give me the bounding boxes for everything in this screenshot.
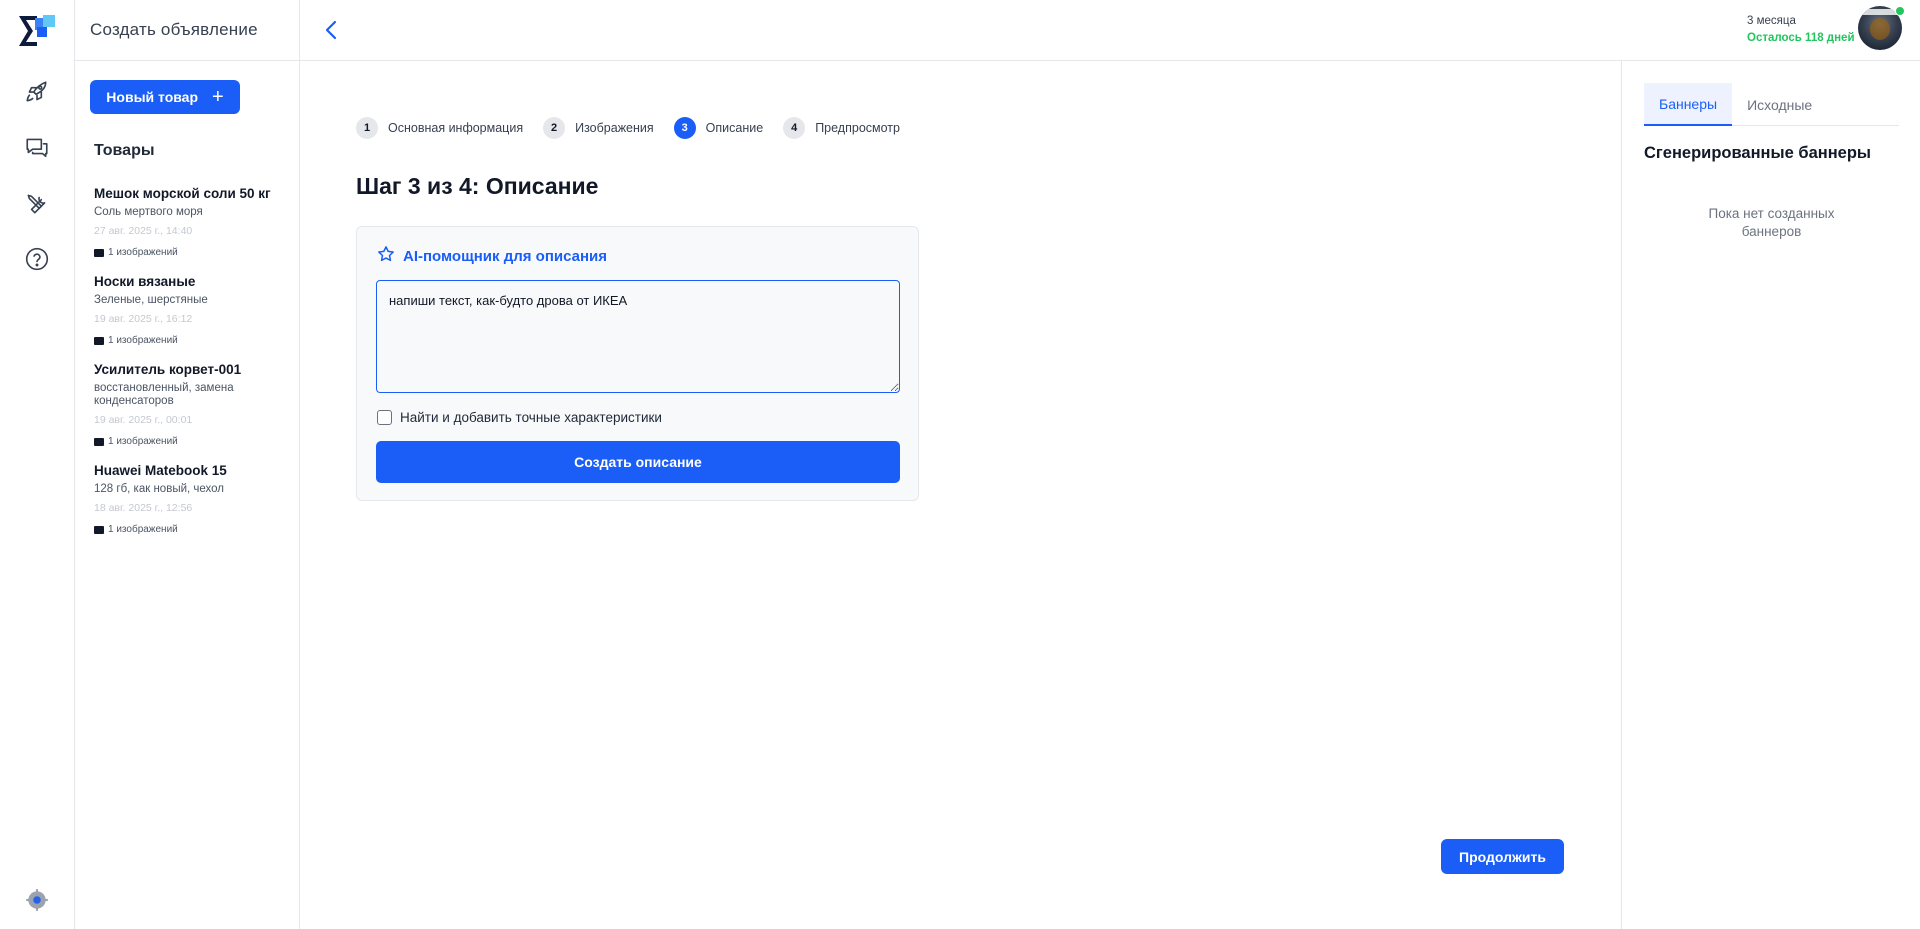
ai-card-title: AI-помощник для описания — [403, 248, 608, 265]
list-item[interactable]: Усилитель корвет-001 восстановленный, за… — [94, 362, 294, 447]
empty-state: Пока нет созданных баннеров — [1644, 205, 1899, 241]
exact-specs-checkbox[interactable]: Найти и добавить точные характеристики — [377, 410, 662, 425]
star-icon — [377, 245, 395, 268]
create-description-button[interactable]: Создать описание — [376, 441, 900, 483]
stepper: 1 Основная информация 2 Изображения 3 Оп… — [356, 117, 920, 139]
panel-title: Сгенерированные баннеры — [1644, 144, 1872, 162]
product-images-count: 1 изображений — [94, 247, 294, 258]
step-title: Шаг 3 из 4: Описание — [356, 173, 599, 199]
tab-sources[interactable]: Исходные — [1732, 83, 1827, 126]
divider — [75, 60, 300, 61]
page-title: Создать объявление — [90, 20, 258, 39]
ai-assistant-card: AI-помощник для описания Найти и добавит… — [356, 226, 919, 501]
chat-icon[interactable] — [22, 132, 52, 162]
products-section-title: Товары — [94, 142, 155, 159]
products-sidebar: Создать объявление Новый товар + Товары … — [75, 0, 300, 929]
product-images-count: 1 изображений — [94, 524, 294, 535]
days-left: Осталось 118 дней — [1747, 32, 1855, 44]
continue-button[interactable]: Продолжить — [1441, 839, 1564, 874]
product-date: 18 авг. 2025 г., 12:56 — [94, 502, 193, 514]
step-number: 4 — [783, 117, 806, 139]
rocket-icon[interactable] — [22, 77, 52, 107]
tab-banners[interactable]: Баннеры — [1644, 83, 1733, 126]
subscription-info: 3 месяца Осталось 118 дней — [1747, 15, 1855, 44]
product-date: 27 авг. 2025 г., 14:40 — [94, 225, 193, 237]
product-description: восстановленный, замена конденсаторов — [94, 382, 234, 407]
step-4[interactable]: 4 Предпросмотр — [783, 117, 900, 139]
product-name: Мешок морской соли 50 кг — [94, 186, 271, 201]
logo-icon[interactable] — [17, 14, 57, 48]
back-icon[interactable] — [320, 18, 344, 42]
product-description: 128 гб, как новый, чехол — [94, 483, 225, 495]
empty-state-line: Пока нет созданных — [1708, 206, 1835, 221]
list-item[interactable]: Мешок морской соли 50 кг Соль мертвого м… — [94, 186, 294, 258]
step-label: Изображения — [575, 121, 654, 135]
step-label: Основная информация — [388, 121, 524, 135]
image-icon — [94, 437, 104, 446]
tools-icon[interactable] — [22, 189, 52, 219]
top-bar: 3 месяца Осталось 118 дней — [300, 0, 1920, 61]
product-description: Зеленые, шерстяные — [94, 294, 208, 306]
plus-icon: + — [212, 86, 224, 108]
description-prompt-input[interactable] — [376, 280, 900, 393]
step-label: Описание — [705, 121, 764, 135]
panel-tabs: Баннеры Исходные — [1644, 83, 1899, 126]
ai-card-header: AI-помощник для описания — [377, 245, 607, 268]
app-root: Создать объявление Новый товар + Товары … — [0, 0, 1920, 929]
settings-icon[interactable] — [22, 885, 52, 915]
help-icon[interactable] — [22, 244, 52, 274]
product-images-count: 1 изображений — [94, 335, 294, 346]
step-label: Предпросмотр — [815, 121, 900, 135]
main-content: 1 Основная информация 2 Изображения 3 Оп… — [300, 61, 1621, 929]
banners-panel: Баннеры Исходные Сгенерированные баннеры… — [1621, 61, 1920, 929]
online-status-dot — [1895, 6, 1905, 16]
product-date: 19 авг. 2025 г., 00:01 — [94, 414, 193, 426]
images-count-label: 1 изображений — [108, 436, 178, 447]
step-3[interactable]: 3 Описание — [673, 117, 764, 139]
empty-state-line: баннеров — [1741, 224, 1802, 239]
image-icon — [94, 248, 104, 257]
image-icon — [94, 336, 104, 345]
product-name: Носки вязаные — [94, 274, 196, 289]
product-list: Мешок морской соли 50 кг Соль мертвого м… — [94, 186, 294, 551]
new-product-button[interactable]: Новый товар + — [90, 80, 240, 114]
product-date: 19 авг. 2025 г., 16:12 — [94, 313, 193, 325]
icon-rail — [0, 0, 75, 929]
image-icon — [94, 525, 104, 534]
step-2[interactable]: 2 Изображения — [543, 117, 654, 139]
checkbox-box[interactable] — [377, 410, 392, 425]
images-count-label: 1 изображений — [108, 524, 178, 535]
step-number: 2 — [543, 117, 566, 139]
checkbox-label: Найти и добавить точные характеристики — [400, 410, 662, 425]
product-description: Соль мертвого моря — [94, 206, 203, 218]
list-item[interactable]: Huawei Matebook 15 128 гб, как новый, че… — [94, 463, 294, 535]
product-name: Huawei Matebook 15 — [94, 463, 227, 478]
list-item[interactable]: Носки вязаные Зеленые, шерстяные 19 авг.… — [94, 274, 294, 346]
product-images-count: 1 изображений — [94, 436, 294, 447]
images-count-label: 1 изображений — [108, 247, 178, 258]
step-number: 3 — [673, 117, 696, 139]
step-number: 1 — [356, 117, 378, 139]
product-name: Усилитель корвет-001 — [94, 362, 242, 377]
subscription-period: 3 месяца — [1747, 15, 1796, 27]
new-product-label: Новый товар — [106, 89, 199, 105]
step-1[interactable]: 1 Основная информация — [356, 117, 523, 139]
images-count-label: 1 изображений — [108, 335, 178, 346]
